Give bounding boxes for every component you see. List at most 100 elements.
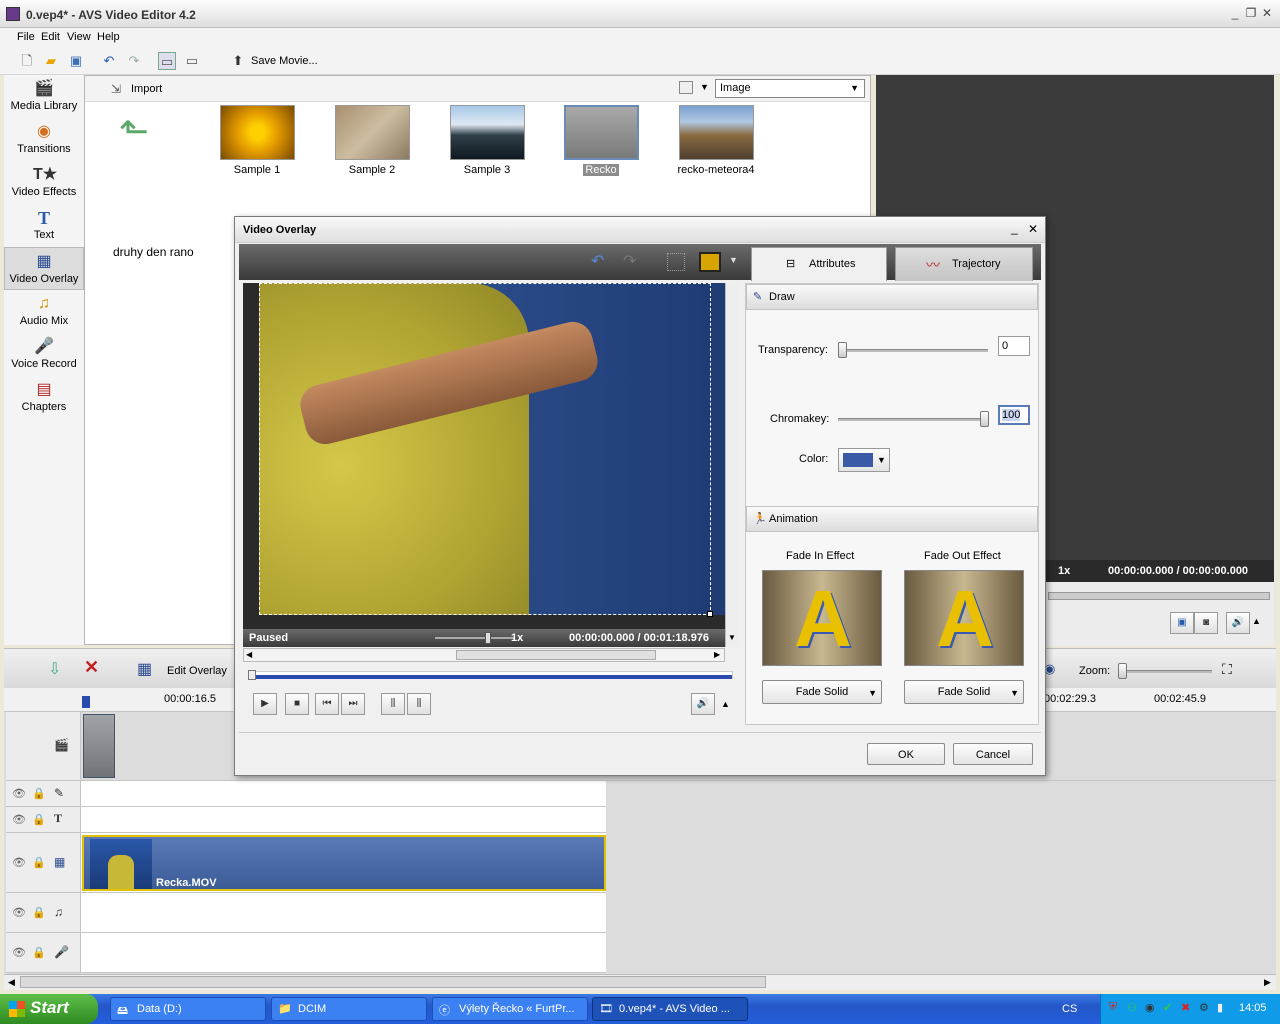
transparency-slider-thumb[interactable]: [838, 342, 847, 358]
restore-icon[interactable]: ❐: [1244, 6, 1258, 20]
menu-view[interactable]: View: [67, 31, 91, 43]
up-folder-icon[interactable]: ⬑: [119, 110, 149, 152]
zoom-slider-thumb[interactable]: [1118, 663, 1127, 679]
volume-dropdown-icon[interactable]: ▲: [721, 699, 730, 709]
eye-icon[interactable]: 👁: [12, 906, 26, 919]
draw-section-header[interactable]: ✎ Draw: [746, 284, 1038, 310]
view-filter-select[interactable]: Image ▼: [715, 79, 865, 98]
scrollbar-thumb[interactable]: [20, 976, 766, 988]
video-horizontal-scrollbar[interactable]: ◀ ▶: [243, 648, 725, 662]
resize-handle[interactable]: [707, 611, 713, 617]
checkmark-icon[interactable]: ✔: [1163, 1001, 1172, 1014]
zoom-slider-track[interactable]: [1122, 670, 1212, 673]
speed-slider-thumb[interactable]: [485, 632, 491, 644]
eye-icon[interactable]: 👁: [12, 813, 26, 826]
cancel-button[interactable]: Cancel: [953, 743, 1033, 765]
start-button[interactable]: Start: [0, 994, 98, 1024]
scrollbar-thumb[interactable]: [456, 650, 656, 660]
redo-icon[interactable]: ↷: [623, 251, 636, 271]
overlay-seek-bar[interactable]: [248, 670, 733, 680]
device-icon[interactable]: ⚙: [1199, 1001, 1209, 1014]
lock-icon[interactable]: 🔒: [32, 813, 46, 826]
sidebar-item-text[interactable]: T Text: [4, 204, 84, 247]
sidebar-item-video-overlay[interactable]: ▦ Video Overlay: [4, 247, 84, 290]
task-data-drive[interactable]: 🖴 Data (D:): [110, 997, 266, 1021]
thumbnail-sample-2[interactable]: [335, 105, 410, 160]
minimize-icon[interactable]: _: [1228, 6, 1242, 20]
language-indicator[interactable]: CS: [1062, 1003, 1077, 1015]
sidebar-item-transitions[interactable]: ◉ Transitions: [4, 118, 84, 161]
menu-edit[interactable]: Edit: [41, 31, 60, 43]
fade-in-select[interactable]: Fade Solid ▼: [762, 680, 882, 704]
sidebar-item-voice-record[interactable]: 🎤 Voice Record: [4, 333, 84, 376]
save-movie-icon[interactable]: ⬆: [229, 52, 247, 70]
eye-icon[interactable]: 👁: [12, 946, 26, 959]
chromakey-input[interactable]: 100: [998, 405, 1030, 425]
sidebar-item-media-library[interactable]: 🎬 Media Library: [4, 75, 84, 118]
video-vertical-scrollbar[interactable]: ▼: [725, 283, 739, 647]
task-avs-editor[interactable]: 🎞 0.vep4* - AVS Video ...: [592, 997, 748, 1021]
battery-icon[interactable]: ▮: [1217, 1001, 1223, 1014]
stop-icon[interactable]: ■: [285, 693, 309, 715]
save-movie-button[interactable]: Save Movie...: [251, 55, 318, 67]
volume-icon[interactable]: 🔊: [1226, 612, 1250, 634]
task-browser[interactable]: ⓔ Výlety Řecko « FurtPr...: [432, 997, 588, 1021]
timeline-scrollbar[interactable]: ◀ ▶: [4, 974, 1276, 990]
dialog-close-icon[interactable]: ✕: [1028, 222, 1038, 236]
view-mode-dropdown-icon[interactable]: ▼: [700, 82, 709, 92]
dialog-minimize-icon[interactable]: _: [1011, 221, 1018, 235]
overlay-clip-recka[interactable]: Recka.MOV: [82, 835, 606, 891]
play-icon[interactable]: ▶: [253, 693, 277, 715]
lock-icon[interactable]: 🔒: [32, 946, 46, 959]
menu-file[interactable]: File: [17, 31, 35, 43]
chromakey-slider-thumb[interactable]: [980, 411, 989, 427]
sidebar-item-audio-mix[interactable]: ♫ Audio Mix: [4, 290, 84, 333]
antivirus-icon[interactable]: ◉: [1145, 1001, 1155, 1014]
save-icon[interactable]: ▣: [67, 52, 85, 70]
shield-icon[interactable]: ⛨: [1109, 1001, 1117, 1014]
security-alert-icon[interactable]: ✖: [1181, 1001, 1190, 1014]
frame-dropdown-icon[interactable]: ▼: [729, 255, 738, 265]
chromakey-slider-track[interactable]: [838, 418, 988, 421]
color-picker-button[interactable]: ▼: [838, 448, 890, 472]
scroll-left-icon[interactable]: ◀: [8, 977, 15, 988]
lock-icon[interactable]: 🔒: [32, 856, 46, 869]
undo-icon[interactable]: ↶: [591, 251, 604, 271]
transparency-slider-track[interactable]: [838, 349, 988, 352]
view-mode-icon[interactable]: [679, 81, 693, 94]
thumbnail-recko-meteora4[interactable]: [679, 105, 754, 160]
thumbnail-recko[interactable]: [564, 105, 639, 160]
mark-out-icon[interactable]: ⫼: [407, 693, 431, 715]
undo-icon[interactable]: ↶: [100, 52, 118, 70]
delete-icon[interactable]: ✕: [84, 657, 99, 678]
selection-frame[interactable]: [259, 283, 711, 615]
close-icon[interactable]: ✕: [1260, 6, 1274, 20]
ok-button[interactable]: OK: [867, 743, 945, 765]
volume-icon[interactable]: 🔊: [691, 693, 715, 715]
sidebar-item-chapters[interactable]: ▤ Chapters: [4, 376, 84, 419]
transparency-input[interactable]: 0: [998, 336, 1030, 356]
next-frame-icon[interactable]: ⏭: [341, 693, 365, 715]
fullscreen-icon[interactable]: ▣: [1170, 612, 1194, 634]
snapshot-icon[interactable]: ◙: [1194, 612, 1218, 634]
eye-icon[interactable]: 👁: [12, 856, 26, 869]
previous-frame-icon[interactable]: ⏮: [315, 693, 339, 715]
folder-label[interactable]: druhy den rano: [113, 245, 194, 259]
grid-icon[interactable]: [667, 253, 685, 271]
new-file-icon[interactable]: 🗋: [18, 52, 36, 70]
volume-dropdown-icon[interactable]: ▲: [1252, 616, 1261, 626]
lock-icon[interactable]: 🔒: [32, 787, 46, 800]
edit-overlay-button[interactable]: Edit Overlay: [167, 665, 227, 677]
playhead-marker[interactable]: [82, 696, 90, 708]
preview-seek-bar[interactable]: [1048, 592, 1270, 600]
import-icon[interactable]: ⇲: [111, 82, 121, 96]
seek-thumb[interactable]: [248, 670, 256, 680]
menu-help[interactable]: Help: [97, 31, 120, 43]
tab-attributes[interactable]: ⊟ Attributes: [751, 247, 887, 281]
aspect-4-3-icon[interactable]: ▭: [158, 52, 176, 70]
lock-icon[interactable]: 🔒: [32, 906, 46, 919]
thumbnail-sample-1[interactable]: [220, 105, 295, 160]
eye-icon[interactable]: 👁: [12, 787, 26, 800]
sidebar-item-video-effects[interactable]: T★ Video Effects: [4, 161, 84, 204]
mark-in-icon[interactable]: ⫼: [381, 693, 405, 715]
